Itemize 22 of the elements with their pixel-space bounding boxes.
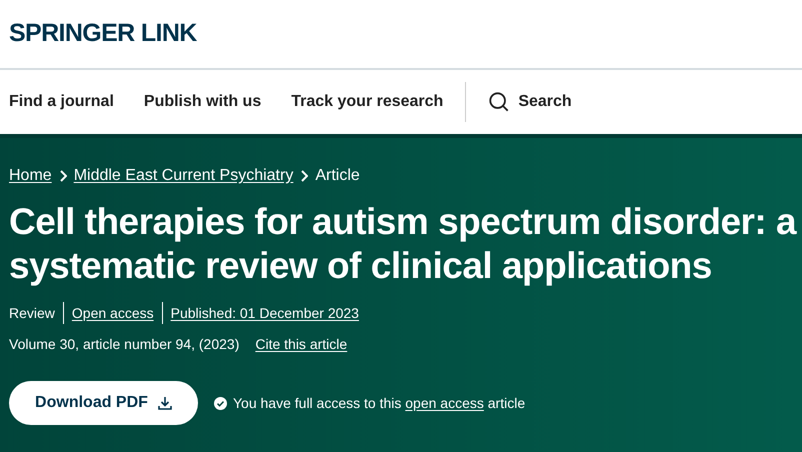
check-circle-icon xyxy=(214,396,227,410)
breadcrumb-link[interactable]: Middle East Current Psychiatry xyxy=(74,164,294,188)
meta-link[interactable]: Published: 01 December 2023 xyxy=(170,302,359,324)
nav-link[interactable]: Publish with us xyxy=(144,90,262,114)
download-pdf-button[interactable]: Download PDF xyxy=(9,381,198,425)
download-icon xyxy=(158,396,172,410)
nav-link[interactable]: Track your research xyxy=(291,90,444,114)
breadcrumb-link[interactable]: Home xyxy=(9,164,52,188)
nav-link[interactable]: Find a journal xyxy=(9,90,114,114)
search-icon xyxy=(488,91,510,113)
site-logo[interactable]: SPRINGER LINK xyxy=(9,15,197,53)
access-note: You have full access to this open access article xyxy=(233,394,526,413)
citation-text: Volume 30, article number 94, (2023) xyxy=(9,335,240,354)
breadcrumb-current: Article xyxy=(315,166,360,186)
article-title: Cell therapies for autism spectrum disorder: a systematic review of clinical applications xyxy=(9,200,798,288)
chevron-icon xyxy=(300,170,308,182)
meta-link[interactable]: Open access xyxy=(72,302,154,324)
open-access-link[interactable]: open access xyxy=(405,394,484,410)
cite-link[interactable]: Cite this article xyxy=(255,334,348,355)
chevron-icon xyxy=(58,170,67,182)
search-button[interactable]: Search xyxy=(488,90,572,114)
article-type: Review xyxy=(9,304,55,322)
